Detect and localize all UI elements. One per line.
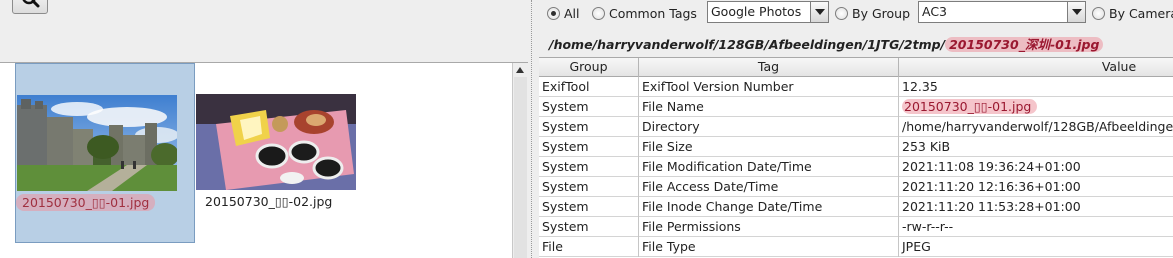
filter-row: All Common Tags Google Photos By Group A… <box>539 0 1173 26</box>
thumbnail-grid: 20150730_▯▯-01.jpg 20150730_▯▯-02.jpg <box>0 63 512 258</box>
file-path-directory: /home/harryvanderwolf/128GB/Afbeeldingen… <box>549 37 946 52</box>
cell-tag: File Size <box>639 137 899 157</box>
cell-group: System <box>539 137 639 157</box>
cell-value: 253 KiB <box>902 139 951 154</box>
chevron-down-icon[interactable] <box>1067 2 1085 22</box>
table-row[interactable]: System File Modification Date/Time 2021:… <box>539 157 1173 177</box>
table-row[interactable]: System File Inode Change Date/Time 2021:… <box>539 197 1173 217</box>
cell-tag: File Inode Change Date/Time <box>639 197 899 217</box>
castle-photo <box>17 95 177 191</box>
magnifier-icon <box>22 0 40 8</box>
radio-by-camera[interactable]: By Camera <box>1092 5 1173 21</box>
table-header: Group Tag Value <box>539 58 1173 77</box>
cell-tag: File Access Date/Time <box>639 177 899 197</box>
cell-value: 12.35 <box>902 79 938 94</box>
common-tags-value: Google Photos <box>711 4 802 19</box>
table-row[interactable]: ExifTool ExifTool Version Number 12.35 <box>539 77 1173 97</box>
cell-group: File <box>539 237 639 257</box>
table-row[interactable]: System Directory /home/harryvanderwolf/1… <box>539 117 1173 137</box>
cell-group: System <box>539 197 639 217</box>
cell-value: 2021:11:20 11:53:28+01:00 <box>902 199 1081 214</box>
cell-group: System <box>539 157 639 177</box>
radio-all[interactable]: All <box>547 5 580 21</box>
thumbnail-pane: 20150730_▯▯-01.jpg 20150730_▯▯-02.jpg <box>0 0 531 258</box>
cell-group: System <box>539 217 639 237</box>
radio-unchecked-icon <box>592 6 605 20</box>
file-path: /home/harryvanderwolf/128GB/Afbeeldingen… <box>549 34 1104 54</box>
radio-common-tags[interactable]: Common Tags <box>592 5 697 21</box>
column-header-tag[interactable]: Tag <box>639 58 899 77</box>
cell-group: System <box>539 117 639 137</box>
cell-group: System <box>539 97 639 117</box>
cell-tag: ExifTool Version Number <box>639 77 899 97</box>
cell-tag: File Permissions <box>639 217 899 237</box>
radio-unchecked-icon <box>1092 6 1105 20</box>
cell-tag: Directory <box>639 117 899 137</box>
thumbnail-item-2[interactable]: 20150730_▯▯-02.jpg <box>195 63 375 243</box>
cell-group: ExifTool <box>539 77 639 97</box>
scroll-up-icon[interactable] <box>515 66 525 74</box>
cell-value: 2021:11:20 12:16:36+01:00 <box>902 179 1081 194</box>
cell-value: /home/harryvanderwolf/128GB/Afbeeldingen <box>902 119 1173 134</box>
thumbnail-filename: 20150730_▯▯-02.jpg <box>205 194 333 209</box>
by-group-value: AC3 <box>922 4 948 19</box>
cell-value: 2021:11:08 19:36:24+01:00 <box>902 159 1081 174</box>
chevron-down-icon[interactable] <box>810 2 828 22</box>
table-row[interactable]: System File Size 253 KiB <box>539 137 1173 157</box>
by-group-select[interactable]: AC3 <box>918 1 1086 23</box>
file-path-filename: 20150730_深圳-01.jpg <box>945 37 1104 52</box>
table-row[interactable]: System File Permissions -rw-r--r-- <box>539 217 1173 237</box>
radio-unchecked-icon <box>835 6 848 20</box>
splitter-grip <box>531 0 533 258</box>
thumbnail-filename: 20150730_▯▯-01.jpg <box>16 194 196 211</box>
column-header-value[interactable]: Value <box>899 58 1173 77</box>
cell-tag: File Type <box>639 237 899 257</box>
radio-checked-icon <box>547 6 560 20</box>
cell-value: -rw-r--r-- <box>902 219 954 234</box>
column-header-group[interactable]: Group <box>539 58 639 77</box>
metadata-table: Group Tag Value ExifTool ExifTool Versio… <box>539 57 1173 258</box>
filename-highlight: 20150730_▯▯-01.jpg <box>16 194 156 211</box>
cell-value: 20150730_▯▯-01.jpg <box>899 97 1173 117</box>
table-row[interactable]: System File Access Date/Time 2021:11:20 … <box>539 177 1173 197</box>
cell-value: JPEG <box>902 239 931 254</box>
common-tags-select[interactable]: Google Photos <box>707 1 829 23</box>
cell-tag: File Name <box>639 97 899 117</box>
metadata-pane: All Common Tags Google Photos By Group A… <box>539 0 1173 258</box>
radio-all-label: All <box>564 5 580 21</box>
filename-highlight: 20150730_▯▯-01.jpg <box>902 99 1038 114</box>
split-pane-divider[interactable] <box>528 0 539 258</box>
cell-group: System <box>539 177 639 197</box>
radio-common-tags-label: Common Tags <box>609 5 697 21</box>
thumbnail-item-1[interactable]: 20150730_▯▯-01.jpg <box>15 63 195 243</box>
search-button[interactable] <box>12 0 48 14</box>
radio-by-camera-label: By Camera <box>1109 5 1173 21</box>
table-row[interactable]: System File Name 20150730_▯▯-01.jpg <box>539 97 1173 117</box>
cell-tag: File Modification Date/Time <box>639 157 899 177</box>
scroll-track[interactable] <box>514 77 527 258</box>
radio-by-group-label: By Group <box>852 5 911 21</box>
thumbnail-scrollbar[interactable] <box>512 63 527 258</box>
table-row[interactable]: File File Type JPEG <box>539 237 1173 257</box>
radio-by-group[interactable]: By Group <box>835 5 911 21</box>
coffee-cups-photo <box>196 94 356 190</box>
